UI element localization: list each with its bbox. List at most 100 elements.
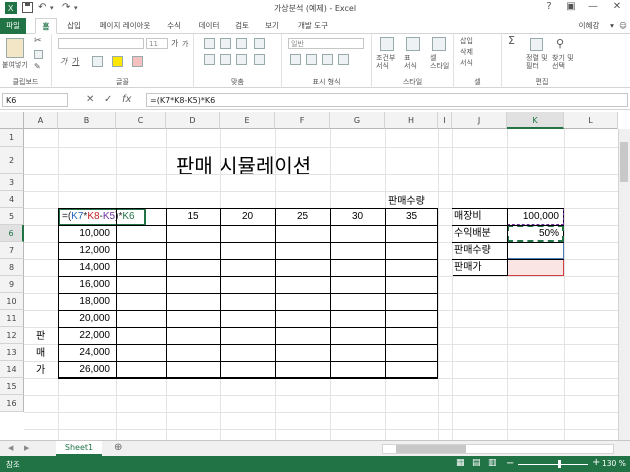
- column-header-l[interactable]: L: [564, 112, 618, 129]
- format-painter-icon[interactable]: ✎: [34, 62, 41, 71]
- column-header-d[interactable]: D: [166, 112, 220, 129]
- row-header-11[interactable]: 11: [0, 310, 24, 327]
- tab-view[interactable]: 보기: [258, 18, 286, 34]
- price-cell[interactable]: 18,000: [58, 293, 114, 310]
- name-box[interactable]: K6: [2, 93, 68, 107]
- row-header-9[interactable]: 9: [0, 276, 24, 293]
- account-dropdown-icon[interactable]: ▾: [606, 18, 618, 34]
- underline-button[interactable]: 가: [72, 56, 79, 67]
- align-left-icon[interactable]: [204, 54, 215, 65]
- close-button[interactable]: ✕: [606, 1, 628, 17]
- number-format-combo[interactable]: 일반: [288, 38, 364, 49]
- tab-file[interactable]: 파일: [0, 18, 26, 34]
- price-cell[interactable]: 26,000: [58, 361, 114, 378]
- orientation-icon[interactable]: [254, 38, 265, 49]
- paste-label[interactable]: 붙여넣기: [2, 60, 28, 70]
- column-header-i[interactable]: I: [438, 112, 452, 129]
- zoom-slider[interactable]: [518, 464, 588, 465]
- border-icon[interactable]: [92, 56, 103, 67]
- cut-icon[interactable]: ✂: [34, 36, 42, 46]
- tab-data[interactable]: 데이터: [192, 18, 226, 34]
- column-header-h[interactable]: H: [385, 112, 438, 129]
- qty-header[interactable]: 25: [275, 208, 330, 225]
- copy-icon[interactable]: [34, 50, 43, 59]
- row-header-6[interactable]: 6: [0, 225, 24, 242]
- row-header-4[interactable]: 4: [0, 191, 24, 208]
- format-table-label[interactable]: 표 서식: [404, 54, 417, 70]
- minimize-button[interactable]: —: [582, 1, 604, 17]
- font-name-combo[interactable]: [58, 38, 144, 49]
- help-button[interactable]: ?: [538, 1, 560, 17]
- price-cell[interactable]: 12,000: [58, 242, 114, 259]
- column-header-f[interactable]: F: [275, 112, 330, 129]
- sort-filter-icon[interactable]: [530, 38, 543, 51]
- user-name[interactable]: 이혜강: [572, 18, 606, 34]
- align-bottom-icon[interactable]: [236, 38, 247, 49]
- row-header-2[interactable]: 2: [0, 147, 24, 174]
- sheet-nav-prev-icon[interactable]: ◀: [8, 444, 13, 452]
- horizontal-scroll-thumb[interactable]: [396, 445, 466, 453]
- sheet-nav-next-icon[interactable]: ▶: [24, 444, 29, 452]
- page-layout-view-icon[interactable]: ▤: [472, 458, 481, 468]
- grow-font-button[interactable]: 가: [171, 38, 178, 49]
- autosum-icon[interactable]: Σ: [508, 34, 515, 47]
- qty-header[interactable]: 35: [385, 208, 438, 225]
- insert-cells-button[interactable]: 삽입: [460, 36, 473, 46]
- merge-center-icon[interactable]: [254, 54, 265, 65]
- column-header-k[interactable]: K: [507, 112, 564, 129]
- smiley-icon[interactable]: ☺: [618, 18, 628, 34]
- row-header-8[interactable]: 8: [0, 259, 24, 276]
- add-sheet-button[interactable]: ⊕: [114, 442, 122, 453]
- italic-button[interactable]: 가: [60, 56, 67, 67]
- enter-icon[interactable]: ✓: [104, 94, 112, 105]
- tab-home[interactable]: 홈: [35, 18, 57, 34]
- align-center-icon[interactable]: [220, 54, 231, 65]
- comma-icon[interactable]: [322, 54, 333, 65]
- align-right-icon[interactable]: [236, 54, 247, 65]
- price-cell[interactable]: 20,000: [58, 310, 114, 327]
- page-break-view-icon[interactable]: ▥: [488, 458, 497, 468]
- vertical-scroll-thumb[interactable]: [620, 142, 628, 182]
- tab-review[interactable]: 검토: [228, 18, 256, 34]
- column-header-b[interactable]: B: [58, 112, 116, 129]
- input-value[interactable]: [508, 259, 562, 276]
- input-value[interactable]: [508, 242, 562, 259]
- normal-view-icon[interactable]: ▦: [456, 458, 465, 468]
- shrink-font-button[interactable]: 가: [182, 39, 188, 49]
- price-cell[interactable]: 24,000: [58, 344, 114, 361]
- tab-insert[interactable]: 삽입: [60, 18, 88, 34]
- align-top-icon[interactable]: [204, 38, 215, 49]
- select-all-corner[interactable]: [0, 112, 24, 129]
- zoom-level[interactable]: 130 %: [602, 459, 626, 468]
- cell-styles-label[interactable]: 셀 스타일: [430, 54, 449, 70]
- currency-icon[interactable]: [290, 54, 301, 65]
- column-header-g[interactable]: G: [330, 112, 385, 129]
- sort-filter-label[interactable]: 정렬 및 필터: [526, 54, 548, 70]
- row-header-1[interactable]: 1: [0, 129, 24, 147]
- format-cells-button[interactable]: 서식: [460, 58, 473, 68]
- zoom-in-button[interactable]: +: [592, 457, 600, 468]
- row-header-12[interactable]: 12: [0, 327, 24, 344]
- cancel-icon[interactable]: ✕: [86, 94, 94, 105]
- format-table-icon[interactable]: [406, 37, 420, 51]
- insert-function-icon[interactable]: fx: [122, 94, 131, 105]
- row-header-5[interactable]: 5: [0, 208, 24, 225]
- column-header-a[interactable]: A: [24, 112, 58, 129]
- zoom-out-button[interactable]: −: [506, 458, 514, 469]
- row-header-16[interactable]: 16: [0, 395, 24, 412]
- paste-icon[interactable]: [6, 38, 24, 58]
- cell-styles-icon[interactable]: [432, 37, 446, 51]
- row-header-13[interactable]: 13: [0, 344, 24, 361]
- column-header-c[interactable]: C: [116, 112, 166, 129]
- row-header-14[interactable]: 14: [0, 361, 24, 378]
- binoculars-icon[interactable]: ⚲: [556, 37, 564, 50]
- sheet-tab-sheet1[interactable]: Sheet1: [56, 441, 102, 456]
- price-cell[interactable]: 22,000: [58, 327, 114, 344]
- delete-cells-button[interactable]: 삭제: [460, 47, 473, 57]
- fill-color-icon[interactable]: [112, 56, 123, 67]
- find-select-label[interactable]: 찾기 및 선택: [552, 54, 574, 70]
- input-value[interactable]: 100,000: [508, 208, 562, 225]
- increase-decimal-icon[interactable]: [338, 54, 349, 65]
- font-color-icon[interactable]: [132, 56, 143, 67]
- worksheet-grid[interactable]: 판매 시뮬레이션 판매수량 =(K7*K8-K5)*K6 판 매 가 ABCDE…: [0, 112, 630, 440]
